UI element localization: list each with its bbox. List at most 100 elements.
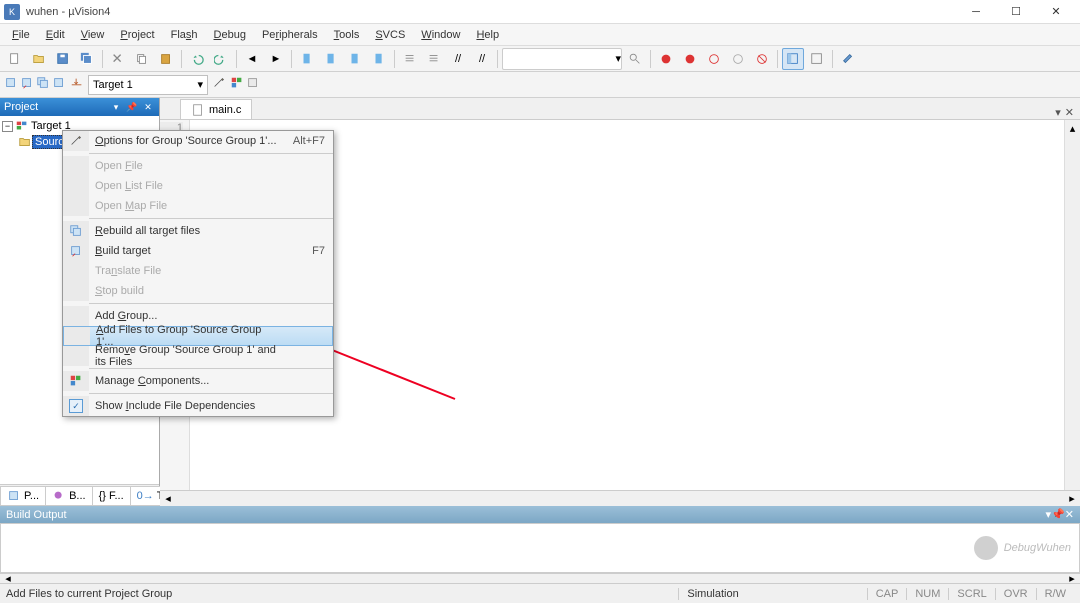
cut-button[interactable] — [107, 48, 129, 70]
editor-tab-label: main.c — [209, 104, 241, 116]
batch-build-button[interactable] — [52, 76, 66, 93]
panel-pin-button[interactable]: 📌 — [125, 100, 139, 114]
new-file-button[interactable] — [4, 48, 26, 70]
context-menu-label: Manage Components... — [89, 375, 283, 387]
open-button[interactable] — [28, 48, 50, 70]
panel-dropdown-button[interactable]: ▾ — [109, 100, 123, 114]
menu-edit[interactable]: Edit — [38, 27, 73, 43]
comment-button[interactable]: // — [447, 48, 469, 70]
output-scroll-left[interactable]: ◂ — [0, 574, 16, 583]
redo-button[interactable] — [210, 48, 232, 70]
build-output-header: Build Output ▾ 📌 ✕ — [0, 506, 1080, 523]
find-button[interactable] — [624, 48, 646, 70]
context-menu-item[interactable]: Add Group... — [63, 306, 333, 326]
nav-back-button[interactable]: ◄ — [241, 48, 263, 70]
context-menu-item[interactable]: Options for Group 'Source Group 1'...Alt… — [63, 131, 333, 151]
context-menu-label: Rebuild all target files — [89, 225, 283, 237]
bookmark-prev-button[interactable] — [320, 48, 342, 70]
breakpoint-enable-button[interactable] — [703, 48, 725, 70]
context-menu-label: Open File — [89, 160, 283, 172]
paste-button[interactable] — [155, 48, 177, 70]
save-all-button[interactable] — [76, 48, 98, 70]
menubar: File Edit View Project Flash Debug Perip… — [0, 24, 1080, 46]
collapse-icon[interactable]: − — [2, 121, 13, 132]
outdent-button[interactable] — [423, 48, 445, 70]
menu-view[interactable]: View — [73, 27, 113, 43]
menu-help[interactable]: Help — [468, 27, 507, 43]
build-button[interactable] — [20, 76, 34, 93]
context-menu-shortcut: F7 — [283, 245, 333, 257]
project-tab-project[interactable]: P... — [0, 486, 46, 506]
menu-flash[interactable]: Flash — [163, 27, 206, 43]
window-layout2-button[interactable] — [806, 48, 828, 70]
books-tab-icon — [52, 489, 66, 503]
bookmark-button[interactable] — [296, 48, 318, 70]
indent-button[interactable] — [399, 48, 421, 70]
context-menu-item[interactable]: ✓Show Include File Dependencies — [63, 396, 333, 416]
statusbar-cap: CAP — [867, 588, 907, 600]
close-button[interactable]: ✕ — [1036, 0, 1076, 24]
project-panel-title: Project — [4, 101, 38, 113]
context-menu-item[interactable]: Add Files to Group 'Source Group 1'... — [63, 326, 333, 346]
editor-tab-main-c[interactable]: main.c — [180, 99, 252, 119]
translate-button[interactable] — [4, 76, 18, 93]
output-scroll-right[interactable]: ▸ — [1064, 574, 1080, 583]
target-select[interactable]: Target 1 ▾ — [88, 75, 208, 95]
breakpoint-disable-button[interactable] — [727, 48, 749, 70]
file-extensions-button[interactable] — [246, 76, 260, 93]
editor-tab-close[interactable]: ✕ — [1065, 106, 1074, 119]
rebuild-button[interactable] — [36, 76, 50, 93]
build-output-pin[interactable]: 📌 — [1051, 508, 1065, 521]
save-button[interactable] — [52, 48, 74, 70]
download-button[interactable] — [70, 76, 84, 93]
bookmark-clear-button[interactable] — [368, 48, 390, 70]
context-menu-label: Remove Group 'Source Group 1' and its Fi… — [89, 344, 283, 368]
context-menu-item[interactable]: Manage Components... — [63, 371, 333, 391]
statusbar-rw: R/W — [1036, 588, 1074, 600]
context-menu-item[interactable]: Build targetF7 — [63, 241, 333, 261]
breakpoint-kill-button[interactable] — [751, 48, 773, 70]
maximize-button[interactable]: ☐ — [996, 0, 1036, 24]
breakpoint-button[interactable] — [679, 48, 701, 70]
context-menu-label: Add Group... — [89, 310, 283, 322]
uncomment-button[interactable]: // — [471, 48, 493, 70]
build-output-close[interactable]: ✕ — [1065, 508, 1074, 521]
find-combo[interactable]: ▾ — [502, 48, 622, 70]
panel-close-button[interactable]: ✕ — [141, 100, 155, 114]
project-tab-icon — [7, 489, 21, 503]
editor-vertical-scrollbar[interactable]: ▴ — [1064, 120, 1080, 490]
project-panel-header: Project ▾ 📌 ✕ — [0, 98, 159, 116]
menu-peripherals[interactable]: Peripherals — [254, 27, 326, 43]
debug-start-button[interactable] — [655, 48, 677, 70]
folder-icon — [18, 135, 32, 149]
menu-svcs[interactable]: SVCS — [367, 27, 413, 43]
build-output[interactable]: DebugWuhen — [0, 523, 1080, 573]
project-tab-books[interactable]: B... — [45, 486, 93, 506]
comp-icon — [63, 371, 89, 391]
scroll-left-icon[interactable]: ◂ — [160, 491, 176, 506]
copy-button[interactable] — [131, 48, 153, 70]
menu-debug[interactable]: Debug — [206, 27, 254, 43]
project-tab-strip: P... B... {}F... 0→T... — [0, 484, 159, 506]
context-menu-item[interactable]: Rebuild all target files — [63, 221, 333, 241]
statusbar-ovr: OVR — [995, 588, 1036, 600]
menu-file[interactable]: File — [4, 27, 38, 43]
editor-tab-dropdown[interactable]: ▾ — [1055, 106, 1061, 119]
undo-button[interactable] — [186, 48, 208, 70]
context-menu-item[interactable]: Remove Group 'Source Group 1' and its Fi… — [63, 346, 333, 366]
options-button[interactable] — [212, 76, 226, 93]
dropdown-icon: ▾ — [197, 78, 203, 91]
nav-fwd-button[interactable]: ► — [265, 48, 287, 70]
scroll-right-icon[interactable]: ▸ — [1064, 491, 1080, 506]
minimize-button[interactable]: ─ — [956, 0, 996, 24]
menu-project[interactable]: Project — [112, 27, 162, 43]
menu-tools[interactable]: Tools — [326, 27, 368, 43]
window-layout1-button[interactable] — [782, 48, 804, 70]
bookmark-next-button[interactable] — [344, 48, 366, 70]
project-tab-functions[interactable]: {}F... — [92, 486, 131, 506]
manage-components-button[interactable] — [230, 76, 244, 93]
configure-button[interactable] — [837, 48, 859, 70]
watermark: DebugWuhen — [974, 536, 1071, 560]
editor-horizontal-scrollbar[interactable]: ◂ ▸ — [160, 490, 1080, 506]
menu-window[interactable]: Window — [413, 27, 468, 43]
